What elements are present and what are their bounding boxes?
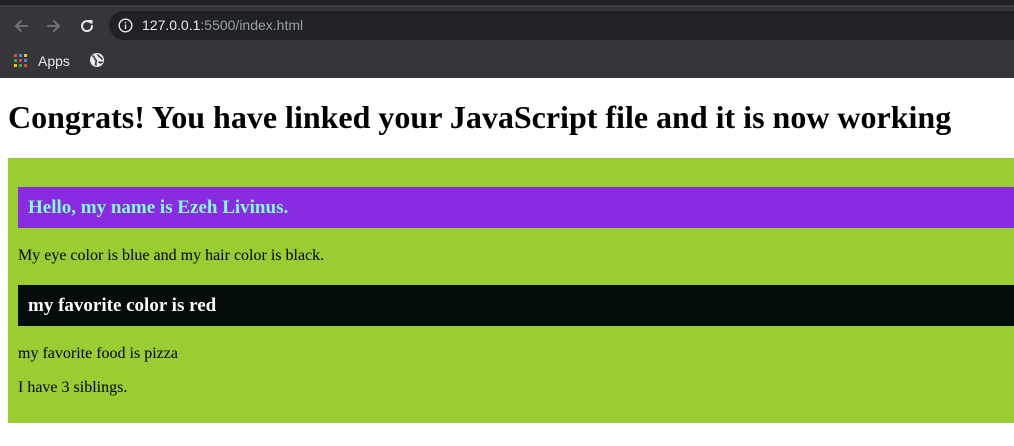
window-top-strip	[0, 0, 1014, 7]
page-title: Congrats! You have linked your JavaScrip…	[8, 99, 952, 135]
reload-icon	[81, 20, 94, 33]
url-path: :5500/index.html	[200, 17, 304, 33]
reload-button[interactable]	[75, 14, 99, 38]
favorite-color-banner: my favorite color is red	[18, 285, 1014, 326]
forward-button[interactable]	[42, 14, 66, 38]
url-text[interactable]: 127.0.0.1:5500/index.html	[142, 17, 303, 33]
back-button[interactable]	[9, 14, 33, 38]
globe-icon[interactable]	[89, 52, 105, 68]
bookmarks-bar: Apps	[0, 44, 1014, 78]
back-arrow-icon	[15, 20, 28, 32]
info-panel: Hello, my name is Ezeh Livinus. My eye c…	[8, 158, 1014, 423]
greeting-banner: Hello, my name is Ezeh Livinus.	[18, 187, 1014, 228]
browser-toolbar: 127.0.0.1:5500/index.html	[0, 7, 1014, 44]
eye-hair-text: My eye color is blue and my hair color i…	[18, 247, 325, 264]
info-icon[interactable]	[118, 18, 133, 33]
siblings-text: I have 3 siblings.	[18, 379, 128, 396]
apps-bookmark[interactable]: Apps	[14, 51, 70, 71]
forward-arrow-icon	[47, 20, 60, 32]
apps-grid-icon	[14, 54, 28, 68]
favorite-food-text: my favorite food is pizza	[18, 345, 178, 362]
page-content: Congrats! You have linked your JavaScrip…	[0, 78, 1014, 446]
address-bar[interactable]: 127.0.0.1:5500/index.html	[109, 11, 1014, 40]
apps-label: Apps	[38, 53, 70, 69]
url-host: 127.0.0.1	[142, 17, 201, 33]
